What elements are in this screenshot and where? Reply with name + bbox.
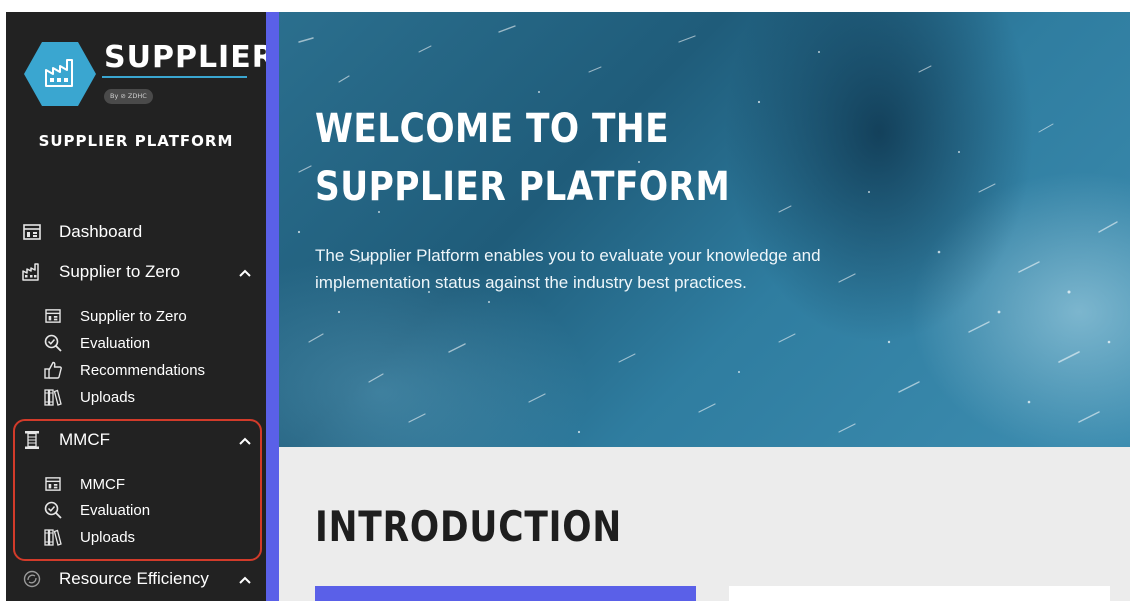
sub-recommendations-label: Recommendations bbox=[80, 361, 206, 379]
platform-title: SUPPLIER PLATFORM bbox=[38, 132, 234, 150]
sub-supplier-to-zero[interactable]: Supplier to Zero bbox=[6, 304, 266, 328]
sub-evaluation[interactable]: Evaluation bbox=[6, 331, 266, 355]
chevron-up-icon[interactable] bbox=[238, 433, 252, 447]
introduction-heading: INTRODUCTION bbox=[315, 502, 623, 551]
sidebar: SUPPLIER By ⊘ ZDHC SUPPLIER PLATFORM Das… bbox=[6, 12, 275, 601]
sub-recommendations[interactable]: Recommendations bbox=[6, 358, 266, 382]
app-frame: SUPPLIER By ⊘ ZDHC SUPPLIER PLATFORM Das… bbox=[6, 12, 1130, 601]
brand-name: SUPPLIER bbox=[104, 40, 276, 75]
intro-card-secondary bbox=[729, 586, 1110, 601]
sub-uploads[interactable]: Uploads bbox=[6, 385, 266, 409]
sub-mmcf-label: MMCF bbox=[80, 475, 125, 493]
nav-supplier-to-zero-label: Supplier to Zero bbox=[59, 262, 180, 281]
nav-resource-efficiency[interactable]: Resource Efficiency bbox=[6, 564, 266, 594]
sidebar-accent-bar bbox=[266, 12, 279, 601]
sub-evaluation-label: Evaluation bbox=[80, 334, 151, 352]
recycle-globe-icon bbox=[22, 569, 42, 589]
spool-icon bbox=[22, 430, 42, 450]
brand-by-badge: By ⊘ ZDHC bbox=[104, 89, 153, 104]
search-check-icon bbox=[44, 334, 62, 352]
chevron-up-icon[interactable] bbox=[238, 265, 252, 279]
dashboard-icon bbox=[44, 307, 62, 325]
thumbs-up-icon bbox=[44, 361, 62, 379]
search-check-icon bbox=[44, 501, 62, 519]
logo-hexagon bbox=[24, 42, 96, 106]
library-books-icon bbox=[44, 388, 62, 406]
hero-banner: WELCOME TO THE SUPPLIER PLATFORM The Sup… bbox=[279, 12, 1130, 447]
hero-description: The Supplier Platform enables you to eva… bbox=[315, 246, 821, 292]
nav-dashboard-label: Dashboard bbox=[59, 222, 143, 241]
factory-icon bbox=[22, 262, 42, 282]
sub-mmcf-evaluation[interactable]: Evaluation bbox=[6, 498, 266, 522]
nav-mmcf-label: MMCF bbox=[59, 430, 110, 449]
nav-supplier-to-zero[interactable]: Supplier to Zero bbox=[6, 257, 266, 287]
main-content: WELCOME TO THE SUPPLIER PLATFORM The Sup… bbox=[279, 12, 1130, 601]
ocean-background-image bbox=[297, 25, 1118, 434]
nav-resource-efficiency-label: Resource Efficiency bbox=[59, 569, 209, 588]
sub-mmcf-evaluation-label: Evaluation bbox=[80, 501, 151, 519]
dashboard-icon bbox=[22, 222, 42, 242]
library-books-icon bbox=[44, 528, 62, 546]
sub-mmcf-uploads[interactable]: Uploads bbox=[6, 525, 266, 549]
nav-dashboard[interactable]: Dashboard bbox=[6, 217, 266, 247]
factory-icon bbox=[45, 59, 73, 87]
nav-mmcf[interactable]: MMCF bbox=[6, 425, 266, 455]
dashboard-icon bbox=[44, 475, 62, 493]
sub-mmcf-uploads-label: Uploads bbox=[80, 528, 136, 546]
hero-title: WELCOME TO THE SUPPLIER PLATFORM bbox=[315, 106, 731, 210]
sub-uploads-label: Uploads bbox=[80, 388, 136, 406]
chevron-up-icon[interactable] bbox=[238, 572, 252, 586]
sub-mmcf[interactable]: MMCF bbox=[6, 472, 266, 496]
intro-card-primary bbox=[315, 586, 696, 601]
sub-supplier-to-zero-label: Supplier to Zero bbox=[80, 307, 187, 325]
brand-underline bbox=[102, 76, 247, 78]
